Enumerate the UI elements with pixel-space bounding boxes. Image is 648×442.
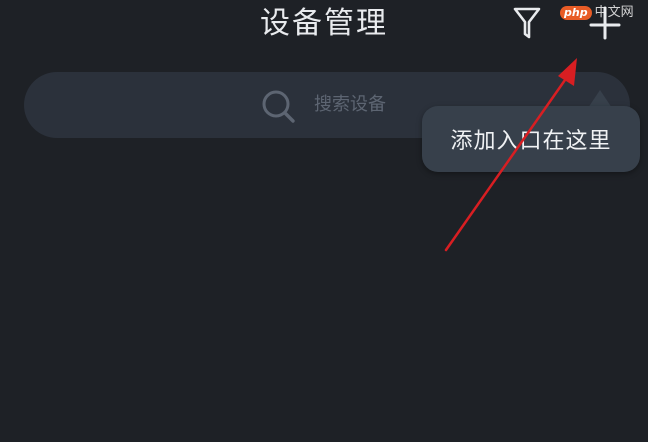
filter-icon bbox=[513, 7, 541, 39]
tooltip-text: 添加入口在这里 bbox=[450, 129, 612, 154]
search-icon bbox=[262, 90, 295, 123]
search-placeholder: 搜索设备 bbox=[314, 94, 386, 115]
page-title: 设备管理 bbox=[260, 6, 388, 41]
tooltip-bubble: 添加入口在这里 bbox=[422, 106, 640, 172]
annotation-arrow bbox=[444, 58, 577, 252]
plus-icon bbox=[589, 6, 621, 40]
header-bar: 设备管理 php 中文网 bbox=[0, 0, 648, 56]
filter-button[interactable] bbox=[508, 4, 546, 42]
device-management-screen: 设备管理 php 中文网 搜索设备 添加入口在这里 bbox=[0, 0, 648, 442]
add-device-button[interactable] bbox=[582, 2, 628, 44]
